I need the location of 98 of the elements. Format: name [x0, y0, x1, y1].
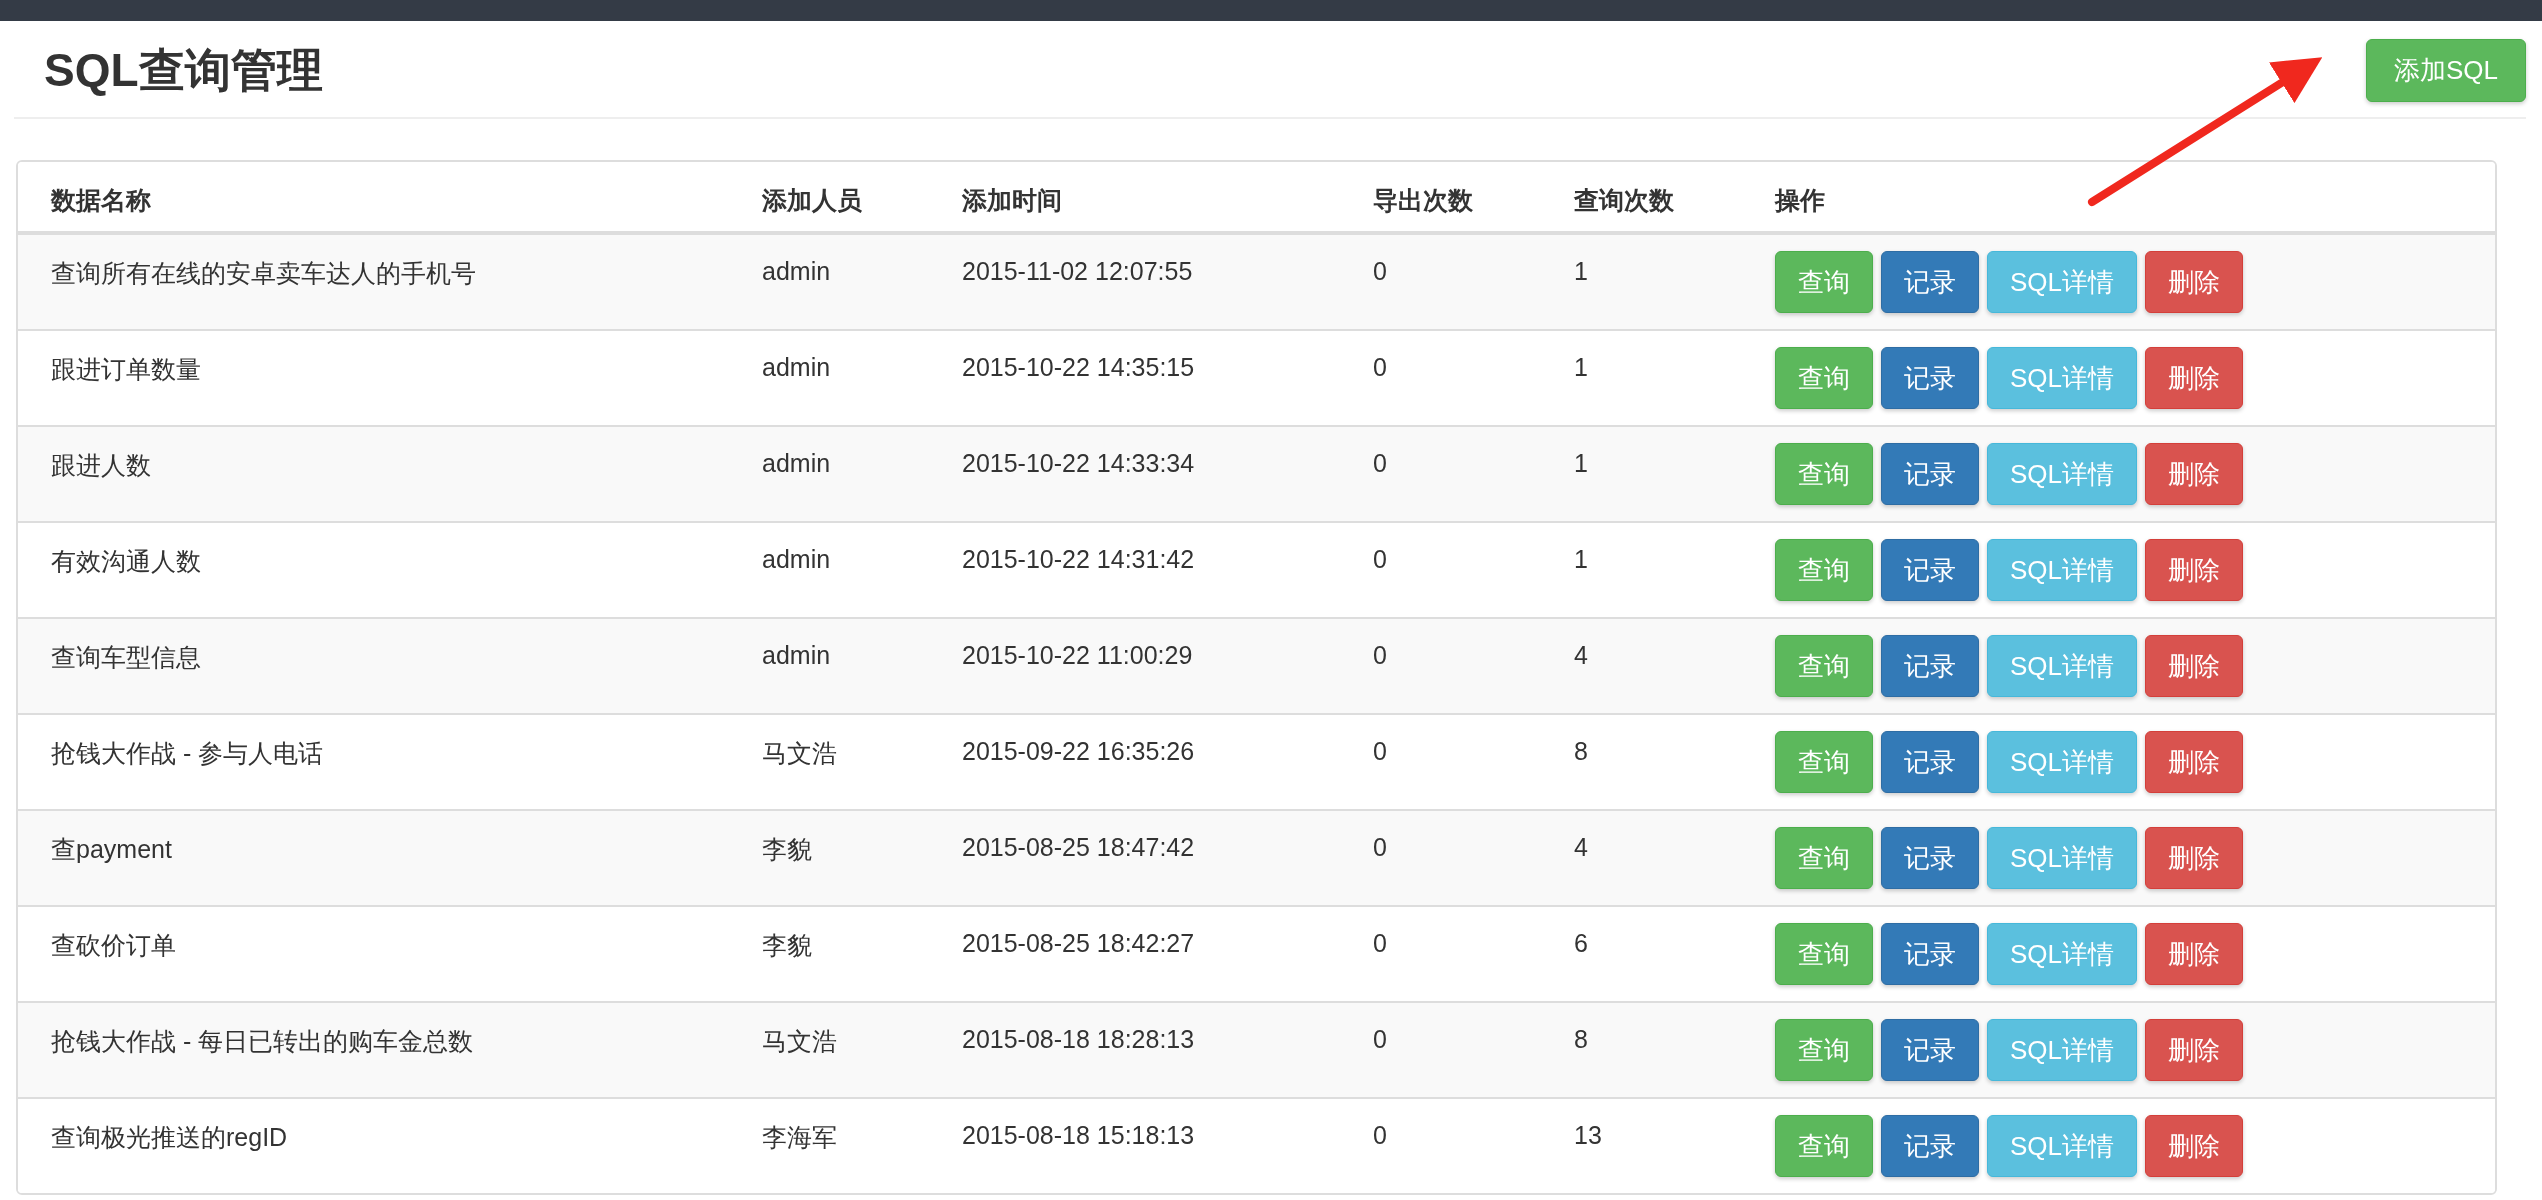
table-cell-text: 0: [1373, 352, 1388, 382]
column-header: 数据名称: [50, 185, 152, 216]
table-cell-text: admin: [762, 448, 832, 478]
action-button[interactable]: SQL详情: [1987, 539, 2138, 601]
action-button[interactable]: 删除: [2145, 1115, 2244, 1177]
action-button[interactable]: SQL详情: [1987, 1019, 2138, 1081]
action-button[interactable]: SQL详情: [1987, 923, 2138, 985]
action-button[interactable]: 记录: [1881, 251, 1979, 313]
action-button[interactable]: SQL详情: [1987, 1115, 2138, 1177]
action-button[interactable]: 记录: [1881, 923, 1979, 985]
table-cell-text: 李貌: [762, 930, 813, 961]
action-button[interactable]: 记录: [1881, 347, 1979, 409]
table-cell-text: 马文浩: [762, 738, 838, 769]
table-cell-text: 1: [1574, 544, 1589, 574]
table-cell-text: admin: [762, 256, 832, 286]
column-header: 操作: [1775, 185, 1826, 216]
table-cell-text: 13: [1574, 1120, 1603, 1150]
table-cell-text: 0: [1373, 928, 1388, 958]
action-button[interactable]: 删除: [2145, 1019, 2244, 1081]
action-button[interactable]: 删除: [2145, 731, 2244, 793]
action-button[interactable]: 删除: [2145, 635, 2244, 697]
action-button[interactable]: 记录: [1881, 1019, 1979, 1081]
table-cell-text: 李海军: [762, 1122, 838, 1153]
table-cell-text: 2015-08-25 18:42:27: [962, 928, 1196, 958]
table-cell-text: 1: [1574, 352, 1589, 382]
action-button[interactable]: 删除: [2145, 443, 2244, 505]
table-cell-text: 0: [1373, 1024, 1388, 1054]
table-cell-text: 抢钱大作战 - 参与人电话: [50, 738, 325, 769]
table-cell-text: 0: [1373, 544, 1388, 574]
table-cell-text: 查询所有在线的安卓卖车达人的手机号: [50, 258, 477, 289]
action-button[interactable]: 查询: [1775, 347, 1873, 409]
action-button[interactable]: 记录: [1881, 827, 1979, 889]
table-cell-text: 4: [1574, 640, 1589, 670]
table-cell-text: 2015-10-22 14:35:15: [962, 352, 1196, 382]
action-button[interactable]: 删除: [2145, 251, 2244, 313]
table-cell-text: 马文浩: [762, 1026, 838, 1057]
table-cell-text: 查询极光推送的regID: [50, 1122, 289, 1153]
action-button[interactable]: SQL详情: [1987, 443, 2138, 505]
table-cell-text: admin: [762, 640, 832, 670]
table-cell-text: 跟进人数: [50, 450, 152, 481]
table-cell-text: 抢钱大作战 - 每日已转出的购车金总数: [50, 1026, 475, 1057]
table-cell-text: 0: [1373, 832, 1388, 862]
table-cell-text: 跟进订单数量: [50, 354, 202, 385]
add-sql-button[interactable]: 添加SQL: [2366, 39, 2526, 102]
table-cell-text: 有效沟通人数: [50, 546, 202, 577]
table-cell-text: 0: [1373, 736, 1388, 766]
table-cell-text: 0: [1373, 256, 1388, 286]
action-button[interactable]: 查询: [1775, 635, 1873, 697]
action-button[interactable]: 删除: [2145, 347, 2244, 409]
table-cell-text: 2015-11-02 12:07:55: [962, 256, 1194, 286]
action-button[interactable]: SQL详情: [1987, 731, 2138, 793]
action-button[interactable]: 查询: [1775, 539, 1873, 601]
column-header: 导出次数: [1373, 185, 1474, 216]
column-header: 添加时间: [962, 185, 1063, 216]
page-title: SQL查询管理: [44, 43, 323, 98]
table-cell-text: admin: [762, 544, 832, 574]
table-cell-text: 李貌: [762, 834, 813, 865]
table-cell-text: 2015-10-22 14:31:42: [962, 544, 1196, 574]
table-cell-text: 1: [1574, 256, 1589, 286]
table-cell-text: 0: [1373, 640, 1388, 670]
table-cell-text: 8: [1574, 736, 1589, 766]
table-cell-text: 查询车型信息: [50, 642, 202, 673]
table-cell-text: 2015-08-18 15:18:13: [962, 1120, 1196, 1150]
action-button[interactable]: 记录: [1881, 443, 1979, 505]
action-button[interactable]: 查询: [1775, 1019, 1873, 1081]
action-button[interactable]: SQL详情: [1987, 827, 2138, 889]
table-cell-text: 查payment: [50, 834, 173, 865]
table-cell-text: 6: [1574, 928, 1589, 958]
action-button[interactable]: 记录: [1881, 539, 1979, 601]
action-button[interactable]: 删除: [2145, 923, 2244, 985]
action-button[interactable]: SQL详情: [1987, 347, 2138, 409]
table-cell-text: 8: [1574, 1024, 1589, 1054]
action-button[interactable]: 记录: [1881, 731, 1979, 793]
table-cell-text: 2015-10-22 11:00:29: [962, 640, 1194, 670]
table-cell-text: 查砍价订单: [50, 930, 177, 961]
action-button[interactable]: 查询: [1775, 731, 1873, 793]
action-button[interactable]: 记录: [1881, 635, 1979, 697]
action-button[interactable]: 查询: [1775, 251, 1873, 313]
action-button[interactable]: 查询: [1775, 923, 1873, 985]
action-button[interactable]: 查询: [1775, 1115, 1873, 1177]
column-header: 添加人员: [762, 185, 863, 216]
action-button[interactable]: 记录: [1881, 1115, 1979, 1177]
action-button[interactable]: 查询: [1775, 443, 1873, 505]
table-cell-text: 2015-08-25 18:47:42: [962, 832, 1196, 862]
table-cell-text: 2015-08-18 18:28:13: [962, 1024, 1196, 1054]
table-cell-text: 2015-09-22 16:35:26: [962, 736, 1196, 766]
action-button[interactable]: SQL详情: [1987, 635, 2138, 697]
action-button[interactable]: 删除: [2145, 539, 2244, 601]
column-header: 查询次数: [1574, 185, 1675, 216]
table-cell-text: 0: [1373, 448, 1388, 478]
table-cell-text: 0: [1373, 1120, 1388, 1150]
table-cell-text: 4: [1574, 832, 1589, 862]
table-cell-text: 1: [1574, 448, 1589, 478]
action-button[interactable]: 删除: [2145, 827, 2244, 889]
action-button[interactable]: 查询: [1775, 827, 1873, 889]
table-cell-text: 2015-10-22 14:33:34: [962, 448, 1196, 478]
table-cell-text: admin: [762, 352, 832, 382]
action-button[interactable]: SQL详情: [1987, 251, 2138, 313]
